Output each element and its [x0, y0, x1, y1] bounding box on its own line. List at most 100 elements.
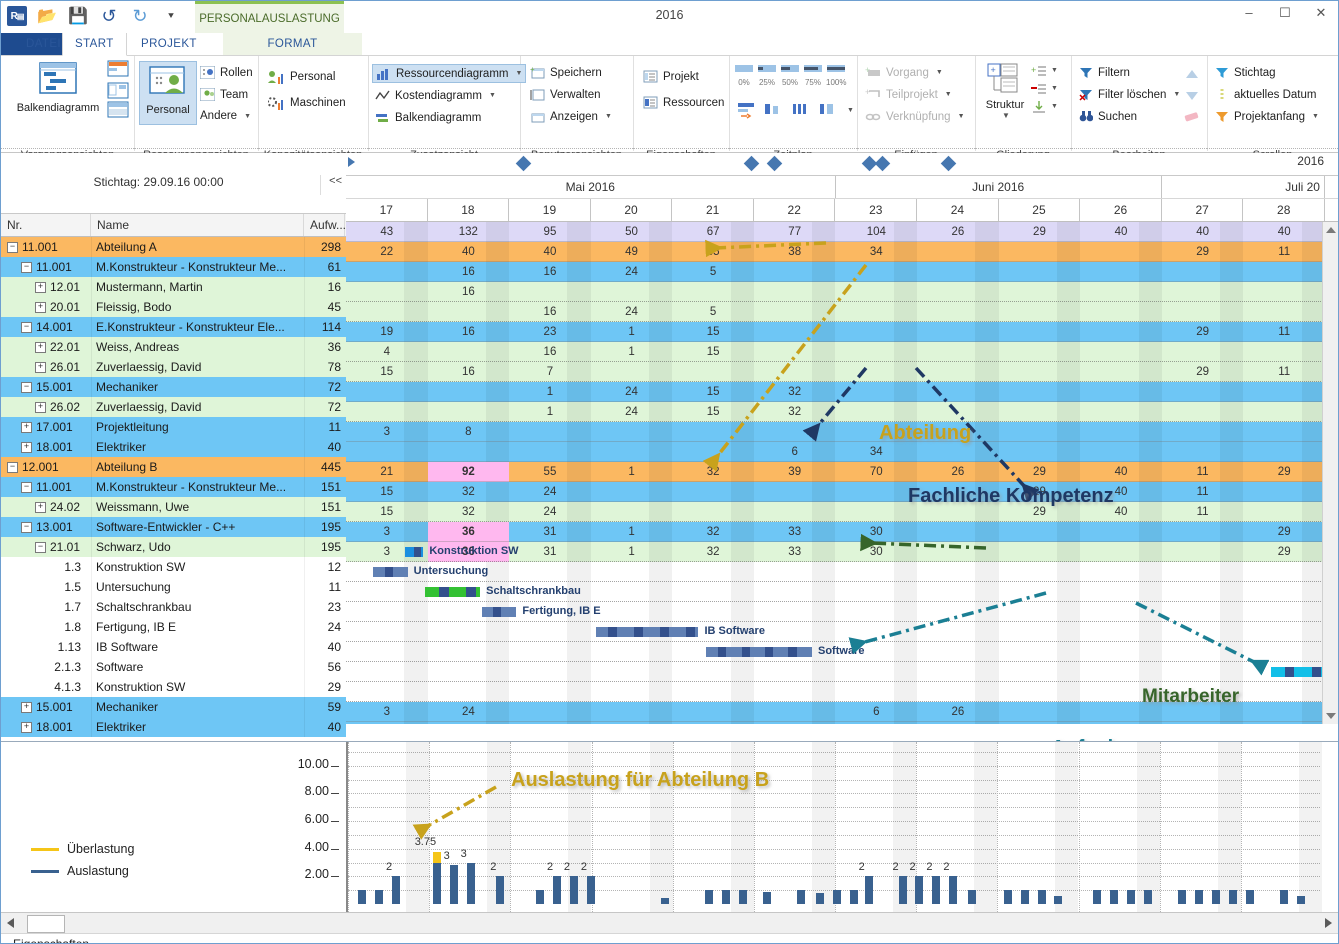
grid-cell[interactable]: 40: [1080, 462, 1162, 482]
grid-cell[interactable]: [754, 282, 836, 302]
timescale-week[interactable]: 21: [672, 199, 754, 221]
grid-cell[interactable]: [999, 342, 1081, 362]
grid-cell[interactable]: [1162, 282, 1244, 302]
chevron-down-icon[interactable]: ▼: [945, 91, 952, 98]
grid-cell[interactable]: [999, 382, 1081, 402]
row-toggle-icon[interactable]: −: [7, 462, 18, 474]
grid-cell[interactable]: [917, 542, 999, 562]
table-row[interactable]: −14.001 E.Konstrukteur - Konstrukteur Ele…: [1, 317, 346, 337]
grid-cell[interactable]: [1080, 522, 1162, 542]
teilprojekt-button[interactable]: + Teilprojekt ▼: [865, 88, 952, 101]
chevron-down-icon[interactable]: ▼: [489, 92, 496, 99]
grid-cell[interactable]: [999, 322, 1081, 342]
grid-cell[interactable]: [754, 362, 836, 382]
grid-cell[interactable]: [428, 342, 510, 362]
table-row[interactable]: 1.13 IB Software 40: [1, 637, 346, 657]
grid-cell[interactable]: [672, 722, 754, 724]
grid-cell[interactable]: [1243, 262, 1325, 282]
timescale-week[interactable]: 22: [754, 199, 836, 221]
chevron-down-icon[interactable]: ▼: [1312, 113, 1319, 120]
table-row[interactable]: +26.02 Zuverlaessig, David 72: [1, 397, 346, 417]
grid-cell[interactable]: [509, 642, 591, 662]
grid-cell[interactable]: [346, 582, 428, 602]
grid-cell[interactable]: 16: [509, 342, 591, 362]
grid-cell[interactable]: 15: [672, 342, 754, 362]
scroll-down-icon[interactable]: [1326, 713, 1336, 719]
task-bar[interactable]: [706, 647, 812, 657]
grid-cell[interactable]: [754, 302, 836, 322]
table-row[interactable]: −12.001 Abteilung B 445: [1, 457, 346, 477]
chart-bar[interactable]: [1178, 890, 1187, 904]
grid-cell[interactable]: 30: [836, 542, 918, 562]
table-row[interactable]: 4.1.3 Konstruktion SW 29: [1, 677, 346, 697]
chevron-down-icon[interactable]: ▼: [1051, 85, 1058, 92]
grid-cell[interactable]: [917, 322, 999, 342]
chart-bar[interactable]: [932, 876, 941, 904]
grid-cell[interactable]: [346, 722, 428, 724]
grid-cell[interactable]: [1162, 602, 1244, 622]
grid-cell[interactable]: 55: [509, 462, 591, 482]
grid-cell[interactable]: [1162, 562, 1244, 582]
grid-cell[interactable]: [1162, 722, 1244, 724]
projektanfang-button[interactable]: Projektanfang ▼: [1215, 110, 1319, 123]
chart-bar[interactable]: [466, 862, 475, 904]
grid-cell[interactable]: 16: [428, 322, 510, 342]
table-row[interactable]: +20.01 Fleissig, Bodo 45: [1, 297, 346, 317]
grid-cell[interactable]: [428, 402, 510, 422]
verwalten-view-button[interactable]: Verwalten: [530, 88, 601, 101]
grid-cell[interactable]: 32: [672, 462, 754, 482]
grid-cell[interactable]: 24: [591, 382, 673, 402]
grid-cell[interactable]: [1080, 242, 1162, 262]
grid-cell[interactable]: [999, 562, 1081, 582]
grid-cell[interactable]: [999, 582, 1081, 602]
row-toggle-icon[interactable]: +: [21, 442, 32, 454]
row-toggle-icon[interactable]: −: [21, 262, 32, 274]
scroll-left-icon[interactable]: [7, 918, 14, 928]
grid-cell[interactable]: 29: [1162, 242, 1244, 262]
grid-cell[interactable]: [836, 282, 918, 302]
grid-cell[interactable]: 3: [346, 422, 428, 442]
chart-bar[interactable]: [816, 892, 825, 904]
grid-cell[interactable]: [754, 622, 836, 642]
grid-cell[interactable]: [754, 262, 836, 282]
milestone-marker[interactable]: [766, 155, 783, 172]
grid-cell[interactable]: 40: [1080, 222, 1162, 242]
chart-bar[interactable]: [358, 890, 367, 904]
collapse-pane-button[interactable]: <<: [320, 175, 342, 195]
table-row[interactable]: +18.001 Elektriker 40: [1, 717, 346, 737]
grid-cell[interactable]: 40: [428, 242, 510, 262]
grid-cell[interactable]: [999, 662, 1081, 682]
grid-cell[interactable]: [999, 422, 1081, 442]
grid-cell[interactable]: [1162, 302, 1244, 322]
chart-bar[interactable]: [449, 865, 458, 904]
grid-cell[interactable]: 16: [428, 262, 510, 282]
grid-cell[interactable]: 32: [754, 382, 836, 402]
grid-cell[interactable]: [672, 502, 754, 522]
chart-bar[interactable]: [586, 876, 595, 904]
grid-cell[interactable]: [999, 602, 1081, 622]
grid-cell[interactable]: 15: [672, 402, 754, 422]
split-task-icon[interactable]: [818, 101, 838, 119]
chart-bar[interactable]: [915, 876, 924, 904]
row-toggle-icon[interactable]: +: [35, 362, 46, 374]
grid-cell[interactable]: 34: [836, 242, 918, 262]
grid-cell[interactable]: [509, 442, 591, 462]
grid-cell[interactable]: 5: [672, 262, 754, 282]
timescale-week[interactable]: 17: [346, 199, 428, 221]
table-row[interactable]: +15.001 Mechaniker 59: [1, 697, 346, 717]
grid-cell[interactable]: [917, 522, 999, 542]
grid-cell[interactable]: [1243, 682, 1325, 702]
grid-cell[interactable]: 32: [672, 542, 754, 562]
grid-cell[interactable]: [346, 402, 428, 422]
grid-cell[interactable]: [917, 442, 999, 462]
chart-bar[interactable]: [1093, 890, 1102, 904]
grid-cell[interactable]: 1: [591, 522, 673, 542]
table-row[interactable]: 1.8 Fertigung, IB E 24: [1, 617, 346, 637]
grid-cell[interactable]: [1243, 382, 1325, 402]
timescale-week[interactable]: 24: [917, 199, 999, 221]
table-row[interactable]: +17.001 Projektleitung 11: [1, 417, 346, 437]
grid-cell[interactable]: 11: [1243, 242, 1325, 262]
grid-cell[interactable]: [836, 482, 918, 502]
grid-cell[interactable]: 24: [509, 502, 591, 522]
grid-cell[interactable]: [1243, 622, 1325, 642]
